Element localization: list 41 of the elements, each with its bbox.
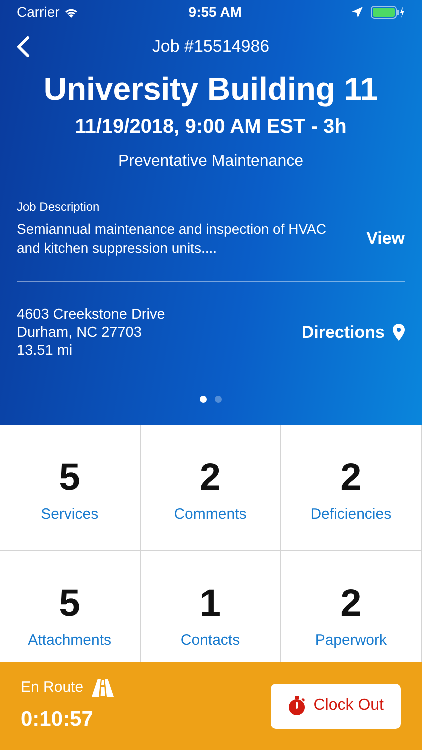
summary-tile[interactable]: 2 Deficiencies: [281, 425, 422, 551]
clock-out-button[interactable]: Clock Out: [270, 684, 401, 728]
tile-label: Contacts: [180, 630, 240, 650]
tile-label: Attachments: [28, 630, 112, 650]
distance: 13.51 mi: [17, 342, 74, 360]
job-type: Preventative Maintenance: [118, 152, 304, 172]
battery-icon: [370, 6, 405, 18]
tile-label: Deficiencies: [310, 504, 392, 524]
status-label: En Route: [21, 678, 84, 698]
road-icon: [92, 679, 114, 698]
clock-time: 9:55 AM: [188, 2, 242, 22]
summary-tile[interactable]: 2 Comments: [140, 425, 282, 551]
location-arrow-icon: [352, 6, 363, 18]
page-dot[interactable]: [215, 396, 222, 403]
directions-link[interactable]: Directions: [302, 320, 405, 346]
page-title: Job #15514986: [152, 36, 270, 58]
carrier-label: Carrier: [17, 2, 60, 22]
count: 5: [59, 459, 80, 497]
count: 2: [340, 585, 362, 623]
city-state: Durham, NC 27703: [17, 324, 143, 342]
page-dot[interactable]: [200, 396, 207, 403]
tile-label: Services: [41, 504, 99, 524]
summary-tile[interactable]: 1 Contacts: [140, 551, 282, 662]
stopwatch-icon: [288, 696, 306, 716]
wifi-icon: [64, 6, 79, 18]
job-description: Semiannual maintenance and inspection of HVAC and kitchen suppression units....: [17, 220, 327, 257]
description-label: Job Description: [17, 199, 101, 216]
tile-label: Paperwork: [315, 630, 388, 650]
elapsed-timer: 0:10:57: [21, 706, 94, 732]
count: 1: [200, 585, 222, 623]
view-link[interactable]: View: [366, 226, 405, 252]
summary-tile[interactable]: 5 Services: [0, 425, 141, 551]
count: 2: [200, 459, 222, 497]
back-icon[interactable]: [17, 36, 30, 58]
count: 5: [59, 585, 80, 623]
street-address: 4603 Creekstone Drive: [17, 306, 166, 324]
building-name: University Building 11: [42, 70, 380, 108]
map-pin-icon: [393, 324, 405, 342]
tile-label: Comments: [174, 504, 247, 524]
job-schedule: 11/19/2018, 9:00 AM EST - 3h: [74, 115, 348, 140]
count: 2: [340, 459, 362, 497]
